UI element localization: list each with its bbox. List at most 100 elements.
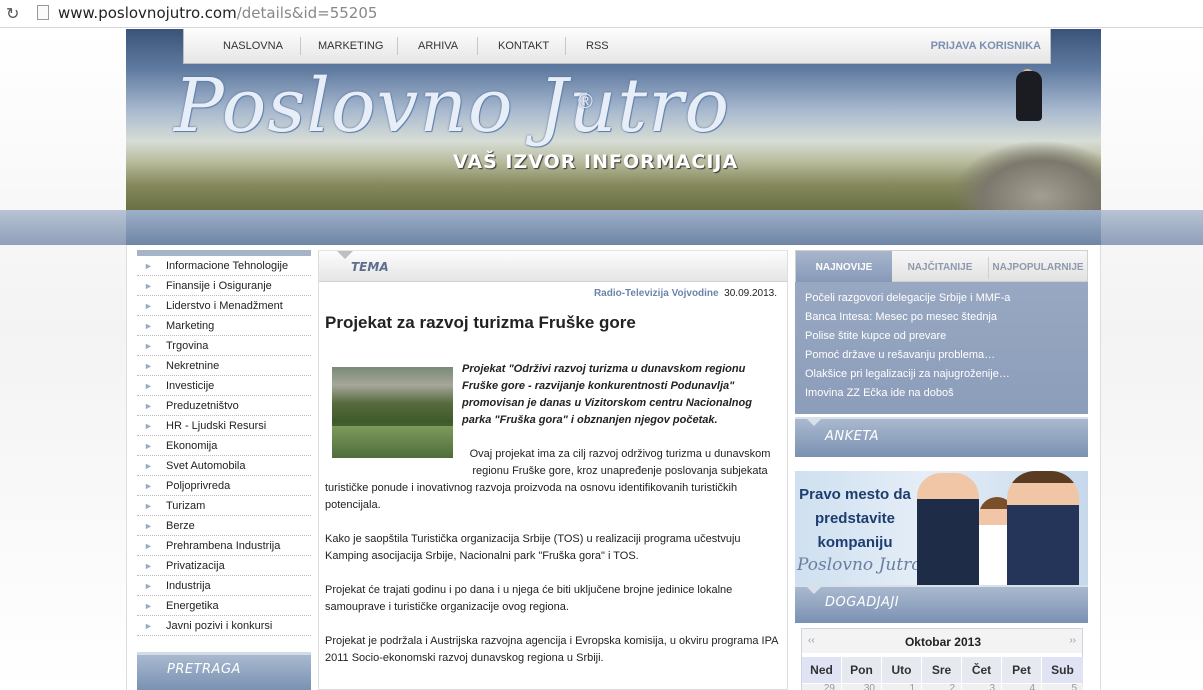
sidebar-item-label: Finansije i Osiguranje <box>166 280 272 292</box>
man-with-laptop-graphic <box>1016 71 1042 121</box>
nav-rss[interactable]: RSS <box>586 40 609 52</box>
article-image <box>332 367 453 458</box>
sidebar-item-label: Prehrambena Industrija <box>166 540 281 552</box>
sidebar-item-berze[interactable]: ► Berze <box>137 516 311 536</box>
calendar-day[interactable]: 29 <box>802 684 842 690</box>
article-paragraph-1a: Ovaj projekat ima za cilj razvoj održivo… <box>469 448 771 477</box>
arrow-icon: ► <box>144 541 153 551</box>
sidebar-item-energetika[interactable]: ► Energetika <box>137 596 311 616</box>
arrow-icon: ► <box>144 361 153 371</box>
events-calendar: Oktobar 2013 ‹‹ ›› Ned Pon Uto Sre Čet P… <box>801 628 1084 690</box>
article-date: 30.09.2013. <box>724 288 777 299</box>
sidebar-item-marketing[interactable]: ► Marketing <box>137 316 311 336</box>
url-text[interactable]: www.poslovnojutro.com/details&id=55205 <box>58 4 377 22</box>
sidebar-item-nekretnine[interactable]: ► Nekretnine <box>137 356 311 376</box>
sidebar-item-label: Poljoprivreda <box>166 480 231 492</box>
calendar-day[interactable]: 30 <box>842 684 882 690</box>
news-tabs: NAJNOVIJE NAJČITANIJE NAJPOPULARNIJE <box>795 250 1088 282</box>
site-logo[interactable]: Poslovno Jutro <box>174 63 730 149</box>
calendar-day[interactable]: 5 <box>1042 684 1084 690</box>
news-item[interactable]: Pomoć države u rešavanju problema… <box>805 346 1078 365</box>
ad-person-graphic <box>917 473 979 585</box>
calendar-next-button[interactable]: ›› <box>1069 635 1076 646</box>
calendar-day[interactable]: 2 <box>922 684 962 690</box>
search-box: PRETRAGA <box>137 652 311 690</box>
calendar-day[interactable]: 3 <box>962 684 1002 690</box>
rock-hill-graphic <box>951 140 1101 210</box>
sidebar-item-trgovina[interactable]: ► Trgovina <box>137 336 311 356</box>
sidebar-item-investicije[interactable]: ► Investicije <box>137 376 311 396</box>
sidebar-item-label: Liderstvo i Menadžment <box>166 300 283 312</box>
calendar-day[interactable]: 4 <box>1002 684 1042 690</box>
news-item[interactable]: Imovina ZZ Ečka ide na doboš <box>805 384 1078 403</box>
nav-marketing[interactable]: MARKETING <box>318 40 383 52</box>
sidebar-item-industrija[interactable]: ► Industrija <box>137 576 311 596</box>
article-source[interactable]: Radio-Televizija Vojvodine <box>594 288 719 299</box>
events-title: DOGADJAJI <box>825 595 900 610</box>
calendar-prev-button[interactable]: ‹‹ <box>808 635 815 646</box>
arrow-icon: ► <box>144 301 153 311</box>
sidebar-item-informacione-tehnologije[interactable]: ► Informacione Tehnologije <box>137 256 311 276</box>
sidebar-item-turizam[interactable]: ► Turizam <box>137 496 311 516</box>
arrow-icon: ► <box>144 581 153 591</box>
sidebar-item-finansije[interactable]: ► Finansije i Osiguranje <box>137 276 311 296</box>
sidebar-item-hr[interactable]: ► HR - Ljudski Resursi <box>137 416 311 436</box>
article-title: Projekat za razvoj turizma Fruške gore <box>325 313 636 332</box>
category-menu: ► Informacione Tehnologije ► Finansije i O… <box>137 250 311 636</box>
nav-kontakt[interactable]: KONTAKT <box>498 40 549 52</box>
tab-najpopularnije[interactable]: NAJPOPULARNIJE <box>989 251 1087 282</box>
calendar-weekdays: Ned Pon Uto Sre Čet Pet Sub <box>802 657 1084 683</box>
registered-mark: ® <box>578 91 593 113</box>
sidebar-item-label: HR - Ljudski Resursi <box>166 420 267 432</box>
reload-icon[interactable]: ↻ <box>6 4 19 23</box>
login-link[interactable]: PRIJAVA KORISNIKA <box>931 40 1041 52</box>
article-paragraph-1b: turističke ponude i inovativnog razvoja … <box>325 482 738 511</box>
arrow-icon: ► <box>144 421 153 431</box>
browser-url-bar[interactable]: ↻ www.poslovnojutro.com/details&id=55205 <box>0 0 1203 28</box>
weekday-label: Pet <box>1002 657 1042 683</box>
nav-arhiva[interactable]: ARHIVA <box>418 40 458 52</box>
news-item[interactable]: Olakšice pri legalizaciji za najugroženi… <box>805 365 1078 384</box>
sidebar-item-prehrambena-industrija[interactable]: ► Prehrambena Industrija <box>137 536 311 556</box>
weekday-label: Uto <box>882 657 922 683</box>
sidebar-item-label: Berze <box>166 520 195 532</box>
advertisement-banner[interactable]: Pravo mesto da predstavite kompaniju Pos… <box>795 471 1088 585</box>
news-item[interactable]: Počeli razgovori delegacije Srbije i MMF… <box>805 289 1078 308</box>
sidebar-item-poljoprivreda[interactable]: ► Poljoprivreda <box>137 476 311 496</box>
sidebar-item-label: Energetika <box>166 600 219 612</box>
arrow-icon: ► <box>144 621 153 631</box>
lake-graphic <box>332 426 453 458</box>
calendar-first-week: 29 30 1 2 3 4 5 <box>802 684 1084 690</box>
sidebar-item-ekonomija[interactable]: ► Ekonomija <box>137 436 311 456</box>
arrow-icon: ► <box>144 401 153 411</box>
events-header: DOGADJAJI <box>795 585 1088 623</box>
news-item[interactable]: Banca Intesa: Mesec po mesec štednja <box>805 308 1078 327</box>
url-path: /details&id=55205 <box>236 4 378 22</box>
news-item[interactable]: Polise štite kupce od prevare <box>805 327 1078 346</box>
sidebar-item-privatizacija[interactable]: ► Privatizacija <box>137 556 311 576</box>
arrow-icon: ► <box>144 461 153 471</box>
sidebar-item-label: Javni pozivi i konkursi <box>166 620 273 632</box>
calendar-day[interactable]: 1 <box>882 684 922 690</box>
arrow-icon: ► <box>144 561 153 571</box>
tab-najcitanije[interactable]: NAJČITANIJE <box>892 251 988 282</box>
nav-naslovna[interactable]: NASLOVNA <box>223 40 283 52</box>
arrow-icon: ► <box>144 481 153 491</box>
arrow-icon: ► <box>144 341 153 351</box>
weekday-label: Sub <box>1042 657 1084 683</box>
sidebar-item-javni-pozivi[interactable]: ► Javni pozivi i konkursi <box>137 616 311 636</box>
sidebar-item-label: Informacione Tehnologije <box>166 260 289 272</box>
anketa-title: ANKETA <box>825 429 879 444</box>
sidebar-item-liderstvo[interactable]: ► Liderstvo i Menadžment <box>137 296 311 316</box>
right-column: NAJNOVIJE NAJČITANIJE NAJPOPULARNIJE Poč… <box>795 250 1088 623</box>
arrow-icon: ► <box>144 281 153 291</box>
arrow-icon: ► <box>144 521 153 531</box>
sidebar-item-label: Ekonomija <box>166 440 218 452</box>
sidebar-item-svet-automobila[interactable]: ► Svet Automobila <box>137 456 311 476</box>
tab-najnovije[interactable]: NAJNOVIJE <box>796 251 892 282</box>
sidebar-item-preduzetnistvo[interactable]: ► Preduzetništvo <box>137 396 311 416</box>
ad-person-graphic <box>1007 471 1079 585</box>
arrow-icon: ► <box>144 321 153 331</box>
page-icon <box>37 5 49 20</box>
calendar-month: Oktobar 2013 <box>904 635 982 649</box>
